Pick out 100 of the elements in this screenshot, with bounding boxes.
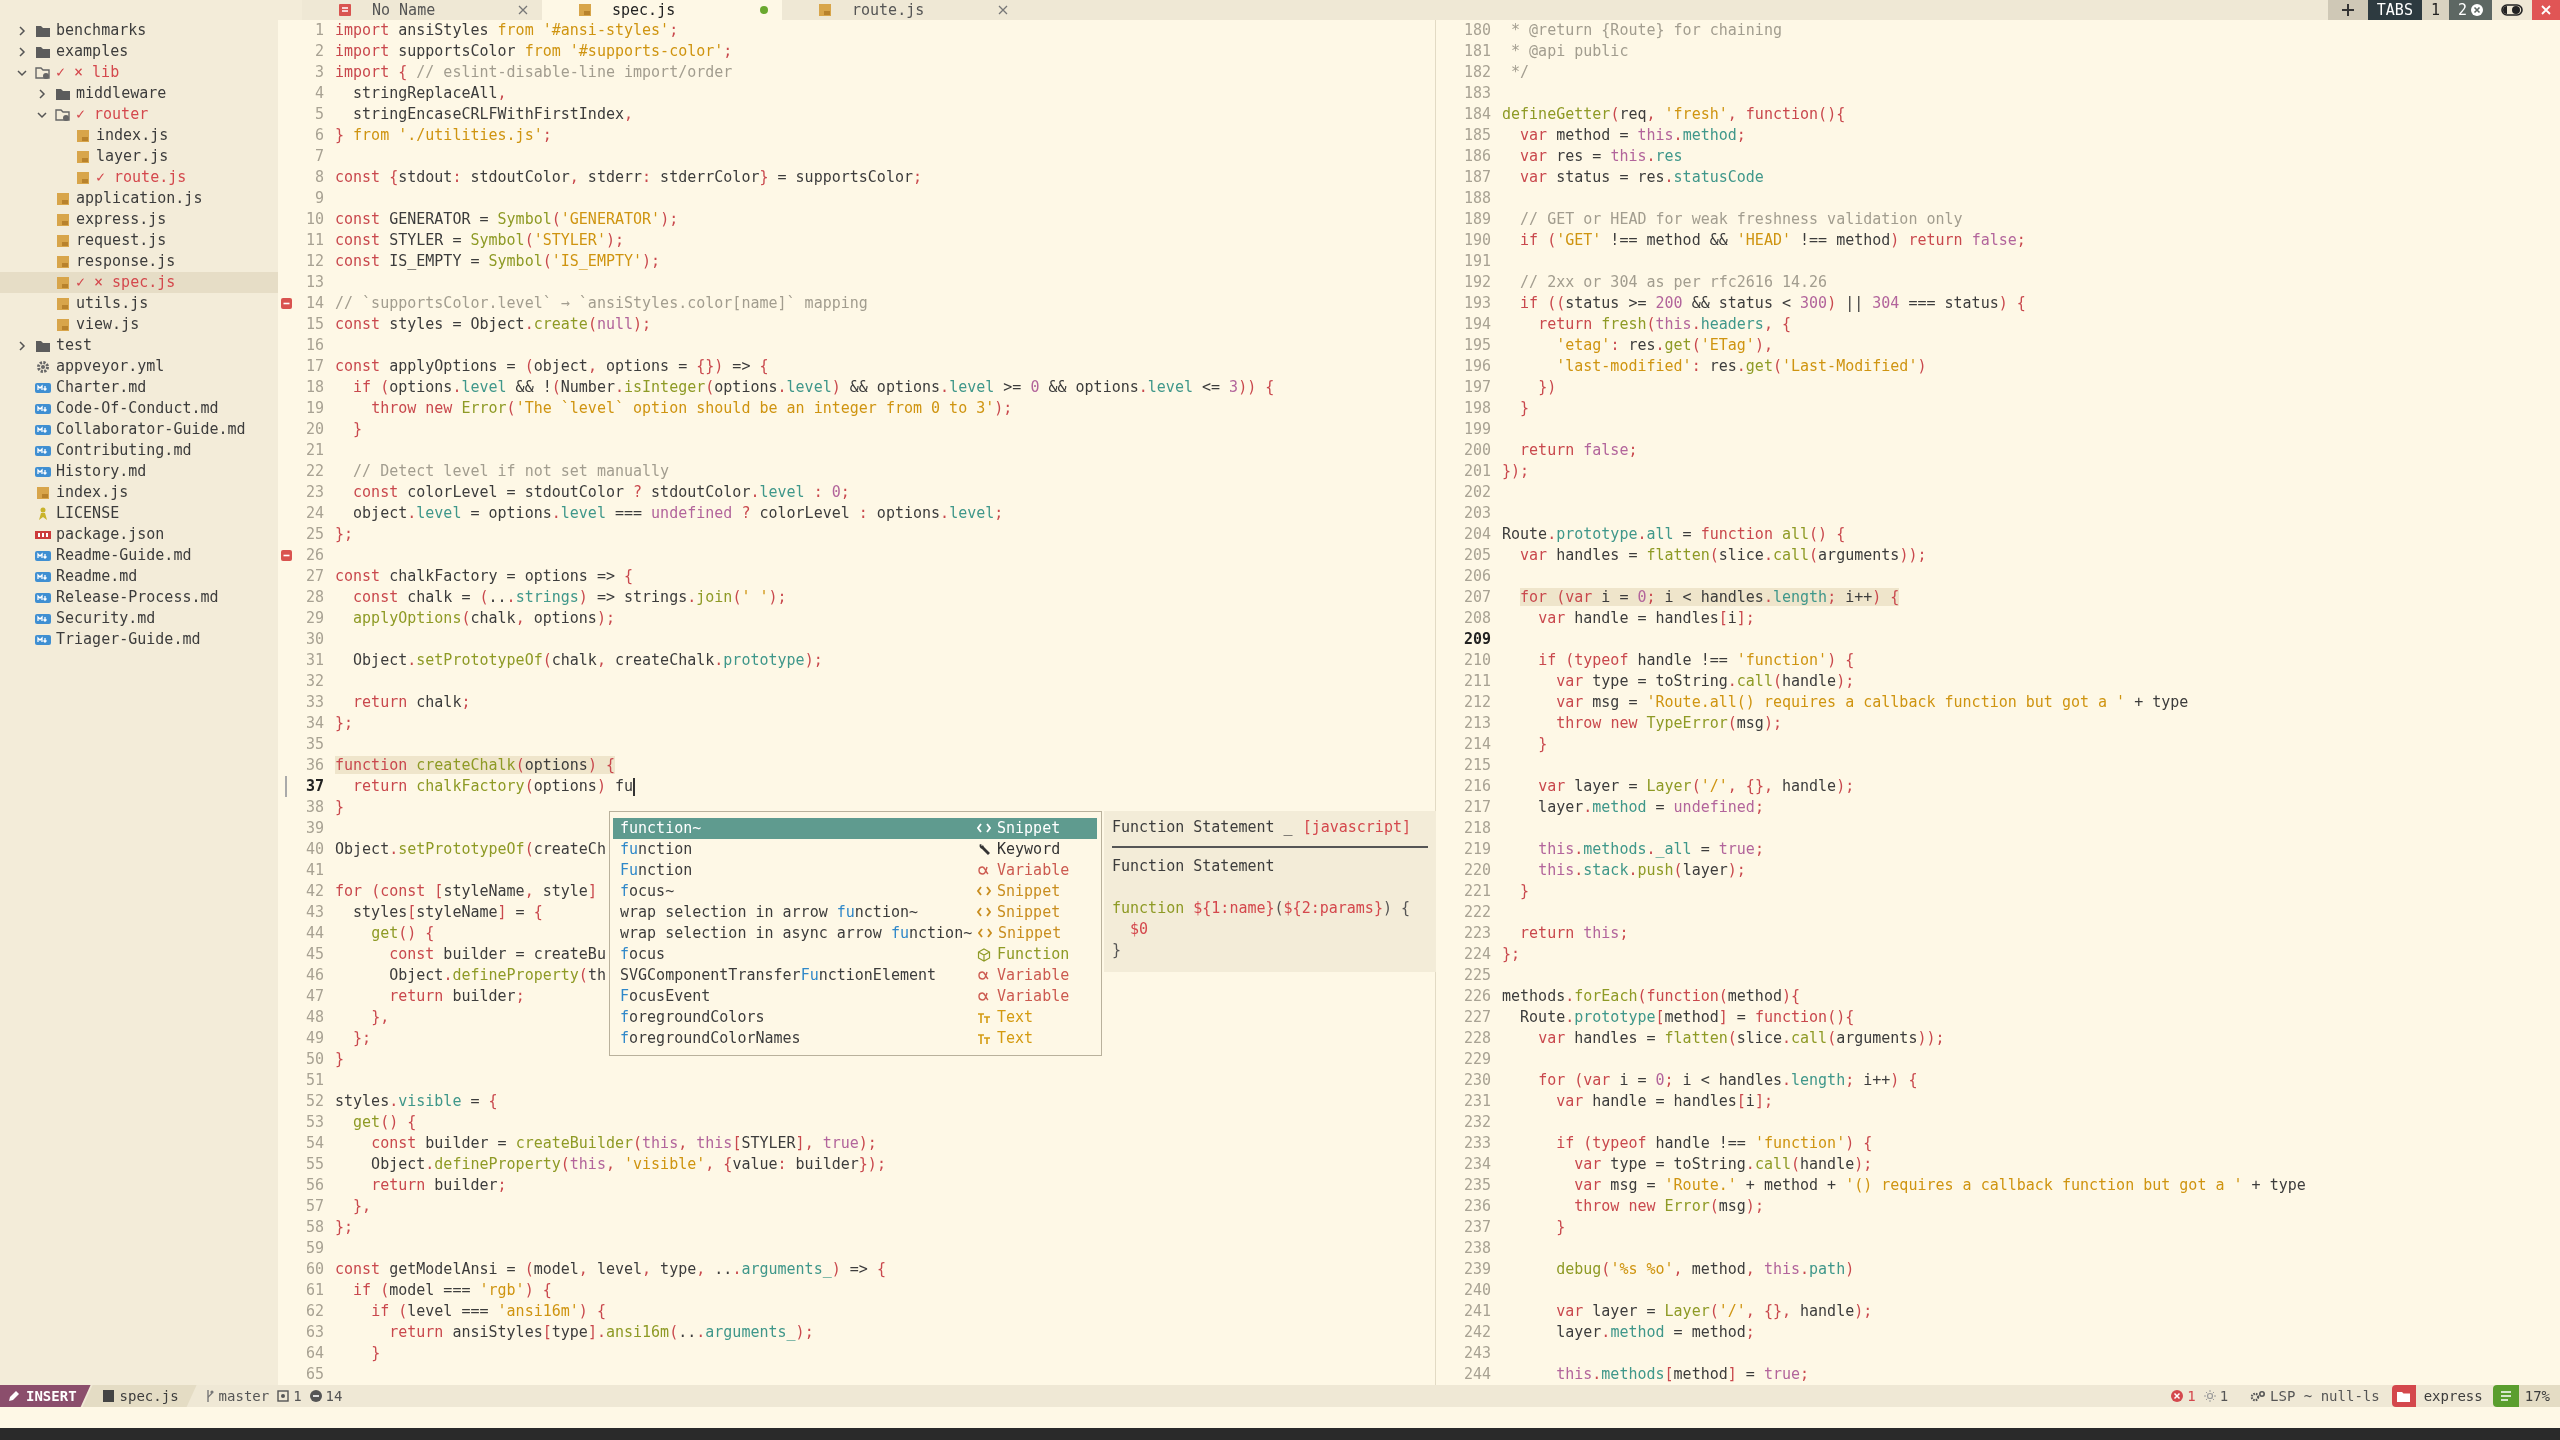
js-file-icon [578,3,592,17]
completion-item[interactable]: Function Variable [613,860,1097,881]
open-folder-icon [55,107,71,122]
completion-item[interactable]: wrap selection in arrow function~ Snippet [613,902,1097,923]
file-name[interactable]: Readme.md [56,566,138,587]
line-number: 36 [304,755,324,776]
close-button[interactable] [2532,0,2560,20]
line-number: 209 [1462,629,1491,650]
figure-icon [37,506,49,521]
file-name[interactable]: Charter.md [56,377,147,398]
line-number: 34 [304,713,324,734]
file-name[interactable]: layer.js [96,146,169,167]
tab-page-button[interactable]: 1 [2421,0,2449,20]
file-icon [102,1390,114,1402]
file-name[interactable]: view.js [76,314,140,335]
code-line: if (options.level && !(Number.isInteger(options.level) && options.level >= 0 && options.level <= 3)) { [352,377,1275,398]
line-number: 27 [304,566,324,587]
gears-icon [2250,1390,2267,1402]
line-number: 202 [1462,482,1491,503]
folder-name[interactable]: lib [92,62,120,83]
line-number: 183 [1462,83,1491,104]
code-line: Route.prototype.all = function all() { [1502,524,1846,545]
code-line: const applyOptions = (object, options = {}) => { [335,356,769,377]
file-name[interactable]: appveyor.yml [56,356,165,377]
completion-item[interactable]: FocusEvent Variable [613,986,1097,1007]
js-file-icon [56,191,70,206]
file-name[interactable]: express.js [76,209,167,230]
completion-item[interactable]: function Keyword [613,839,1097,860]
file-name[interactable]: LICENSE [56,503,120,524]
completion-item[interactable]: focus~ Snippet [613,881,1097,902]
completion-item[interactable]: SVGComponentTransferFunctionElement Variable [613,965,1097,986]
folder-name[interactable]: benchmarks [56,20,147,41]
file-name[interactable]: History.md [56,461,147,482]
line-number: 11 [304,230,324,251]
file-name[interactable]: request.js [76,230,167,251]
code-line: } [370,1343,381,1364]
line-number: 17 [304,356,324,377]
folder-name[interactable]: examples [56,41,129,62]
code-line: get() { [352,1112,417,1133]
file-name[interactable]: route.js [114,167,187,188]
completion-item[interactable]: wrap selection in async arrow function~ Snippet [613,923,1097,944]
completion-item[interactable]: foregroundColors Text [613,1007,1097,1028]
file-name[interactable]: Readme-Guide.md [56,545,192,566]
line-number: 8 [313,167,324,188]
code-line: Route.prototype[method] = function(){ [1519,1007,1855,1028]
completion-item[interactable]: focus Function [613,944,1097,965]
editor-tab[interactable]: spec.js [542,0,782,20]
line-number: 33 [304,692,324,713]
line-number: 237 [1462,1217,1491,1238]
line-number: 23 [304,482,324,503]
file-name[interactable]: package.json [56,524,165,545]
file-name[interactable]: Collaborator-Guide.md [56,419,246,440]
folder-name[interactable]: router [94,104,149,125]
snippet-line: } [1112,940,1122,961]
tab-page-button[interactable]: 2 [2448,0,2492,20]
file-name[interactable]: utils.js [76,293,149,314]
file-name[interactable]: Triager-Guide.md [56,629,201,650]
completion-item[interactable]: foregroundColorNames Text [613,1028,1097,1049]
file-name[interactable]: Security.md [56,608,156,629]
line-number: 32 [304,671,324,692]
file-name[interactable]: Code-Of-Conduct.md [56,398,219,419]
file-name[interactable]: Contributing.md [56,440,192,461]
code-line: import ansiStyles from '#ansi-styles'; [335,20,679,41]
warning-count: 1 [2219,1388,2229,1404]
file-name[interactable]: index.js [96,125,169,146]
file-name[interactable]: Release-Process.md [56,587,219,608]
folder-name[interactable]: test [56,335,93,356]
cube-icon [977,947,991,962]
markdown-icon [35,570,51,583]
markdown-icon [35,633,51,646]
line-number: 57 [304,1196,324,1217]
folder-name[interactable]: middleware [76,83,167,104]
code-line: Object.defineProperty(this, 'visible', {value: builder}); [370,1154,886,1175]
file-name[interactable]: response.js [76,251,176,272]
line-number: 62 [304,1301,324,1322]
git-status: ✓ [96,167,106,188]
new-tab-button[interactable] [2327,0,2368,20]
line-number: 180 [1462,20,1491,41]
doc-heading: Function Statement [1112,856,1276,877]
line-number: 26 [304,545,324,566]
file-name[interactable]: application.js [76,188,203,209]
line-number: 21 [304,440,324,461]
line-number: 47 [304,986,324,1007]
line-number: 228 [1462,1028,1491,1049]
code-line: } [1537,734,1548,755]
line-number: 243 [1462,1343,1491,1364]
folder-icon [55,86,71,101]
line-number: 219 [1462,839,1491,860]
editor-tab[interactable]: No Name [302,0,542,20]
code-line: const builder = createBuilder(this, this[STYLER], true); [370,1133,877,1154]
editor-tab[interactable]: route.js [782,0,1022,20]
line-number: 49 [304,1028,324,1049]
scroll-percentage: 17% [2518,1385,2560,1407]
line-number: 53 [304,1112,324,1133]
code-line: var type = toString.call(handle); [1573,1154,1873,1175]
file-name[interactable]: index.js [56,482,129,503]
line-number: 25 [304,524,324,545]
line-number: 65 [304,1364,324,1385]
line-number: 6 [313,125,324,146]
code-line: return builder; [370,1175,507,1196]
